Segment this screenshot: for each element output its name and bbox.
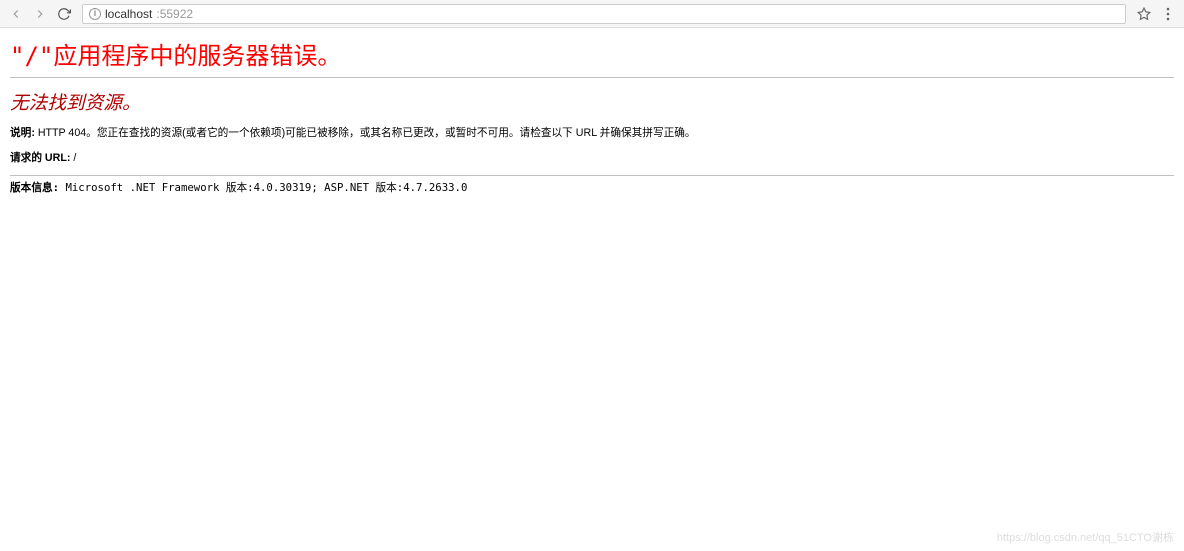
description-label: 说明: — [10, 127, 35, 139]
address-bar[interactable]: i localhost :55922 — [82, 4, 1126, 24]
error-page-content: "/"应用程序中的服务器错误。 无法找到资源。 说明: HTTP 404。您正在… — [0, 28, 1184, 203]
browser-toolbar: i localhost :55922 — [0, 0, 1184, 28]
error-description: 说明: HTTP 404。您正在查找的资源(或者它的一个依赖项)可能已被移除，或… — [10, 125, 1174, 140]
bookmark-button[interactable] — [1134, 4, 1154, 24]
requested-url-label: 请求的 URL: — [10, 152, 70, 164]
version-label: 版本信息: — [10, 181, 59, 194]
arrow-left-icon — [9, 7, 23, 21]
bottom-divider — [10, 175, 1174, 176]
description-text: HTTP 404。您正在查找的资源(或者它的一个依赖项)可能已被移除，或其名称已… — [35, 127, 696, 139]
requested-url: 请求的 URL: / — [10, 150, 1174, 165]
version-info: 版本信息: Microsoft .NET Framework 版本:4.0.30… — [10, 180, 1174, 195]
reload-icon — [57, 7, 71, 21]
menu-button[interactable] — [1158, 4, 1178, 24]
url-port: :55922 — [156, 7, 193, 21]
star-icon — [1137, 7, 1151, 21]
arrow-right-icon — [33, 7, 47, 21]
error-subtitle: 无法找到资源。 — [10, 88, 1174, 115]
watermark: https://blog.csdn.net/qq_51CTO谢栋 — [997, 529, 1174, 545]
error-title: "/"应用程序中的服务器错误。 — [10, 36, 1174, 71]
reload-button[interactable] — [54, 4, 74, 24]
requested-url-value: / — [70, 152, 76, 164]
url-host: localhost — [105, 7, 152, 21]
info-icon: i — [89, 8, 101, 20]
forward-button[interactable] — [30, 4, 50, 24]
menu-dots-icon — [1166, 7, 1170, 21]
back-button[interactable] — [6, 4, 26, 24]
title-divider — [10, 77, 1174, 78]
version-text: Microsoft .NET Framework 版本:4.0.30319; A… — [59, 181, 467, 194]
